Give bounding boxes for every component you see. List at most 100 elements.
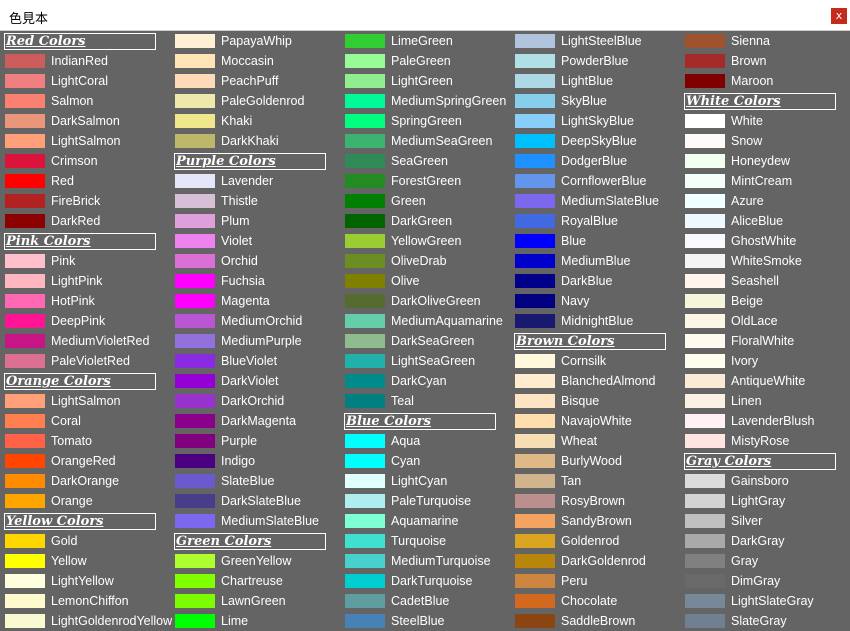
color-column-3: LimeGreen PaleGreen LightGreen MediumSpring… [340,31,510,631]
category-header: Pink Colors [4,233,156,250]
color-name: DarkMagenta [221,414,297,428]
color-entry: LightPink [0,271,170,291]
color-entry: Thistle [170,191,340,211]
color-swatch [515,394,555,408]
color-name: SaddleBrown [561,614,636,628]
category-header: Brown Colors [514,333,666,350]
color-name: Blue [561,234,587,248]
color-name: Linen [731,394,762,408]
color-name: Plum [221,214,250,228]
color-swatch [515,374,555,388]
color-entry: Bisque [510,391,680,411]
color-swatch [515,34,555,48]
color-entry: Cyan [340,451,510,471]
color-swatch [175,54,215,68]
color-entry: DarkOrange [0,471,170,491]
color-entry: LemonChiffon [0,591,170,611]
color-name: DarkRed [51,214,101,228]
color-swatch [5,74,45,88]
color-name: LightCoral [51,74,108,88]
color-swatch [685,294,725,308]
color-entry: Gold [0,531,170,551]
color-entry: DarkOrchid [170,391,340,411]
color-name: Chocolate [561,594,618,608]
color-name: SpringGreen [391,114,462,128]
color-swatch [5,174,45,188]
color-swatch [345,394,385,408]
color-entry: PaleVioletRed [0,351,170,371]
color-swatch [175,294,215,308]
color-swatch [175,434,215,448]
color-entry: Lime [170,611,340,631]
color-swatch [515,514,555,528]
close-button[interactable]: x [831,8,847,24]
color-swatch [175,254,215,268]
color-swatch [175,474,215,488]
color-entry: LightGray [680,491,850,511]
color-name: Teal [391,394,414,408]
color-swatch [345,294,385,308]
color-swatch [685,154,725,168]
color-name: PeachPuff [221,74,279,88]
color-entry: MidnightBlue [510,311,680,331]
color-swatch [685,134,725,148]
color-entry: LightGoldenrodYellow [0,611,172,631]
color-name: Gold [51,534,78,548]
color-swatch [685,174,725,188]
color-swatch [5,114,45,128]
color-swatch [175,454,215,468]
color-name: MidnightBlue [561,314,634,328]
color-entry: MediumTurquoise [340,551,510,571]
color-name: LightPink [51,274,103,288]
color-name: LightBlue [561,74,614,88]
category-header-row: Purple Colors [170,151,340,171]
color-entry: LightYellow [0,571,170,591]
color-name: Violet [221,234,253,248]
color-entry: OrangeRed [0,451,170,471]
color-entry: Yellow [0,551,170,571]
color-entry: PaleGoldenrod [170,91,340,111]
color-entry: DodgerBlue [510,151,680,171]
color-swatch [515,134,555,148]
color-swatch [345,494,385,508]
color-swatch [175,514,215,528]
color-name: Snow [731,134,763,148]
color-entry: Indigo [170,451,340,471]
color-name: ForestGreen [391,174,462,188]
color-entry: PowderBlue [510,51,680,71]
color-entry: LightSlateGray [680,591,850,611]
color-name: Ivory [731,354,759,368]
color-entry: Chocolate [510,591,680,611]
color-name: Thistle [221,194,258,208]
color-entry: Aqua [340,431,510,451]
color-name: SlateGray [731,614,787,628]
color-name: YellowGreen [391,234,462,248]
color-entry: Olive [340,271,510,291]
color-entry: OldLace [680,311,850,331]
category-header: Green Colors [174,533,326,550]
color-name: Beige [731,294,763,308]
color-swatch [685,514,725,528]
color-swatch [685,34,725,48]
color-entry: ForestGreen [340,171,510,191]
color-column-4: LightSteelBlue PowderBlue LightBlue SkyBlue… [510,31,680,631]
color-swatch [515,414,555,428]
color-entry: MediumSeaGreen [340,131,510,151]
color-entry: LightSteelBlue [510,31,680,51]
color-entry: Chartreuse [170,571,340,591]
category-header: Blue Colors [344,413,496,430]
color-name: BurlyWood [561,454,622,468]
color-swatch [685,334,725,348]
color-swatch [5,474,45,488]
color-name: DarkTurquoise [391,574,473,588]
color-name: SkyBlue [561,94,607,108]
color-swatch [515,434,555,448]
color-entry: DimGray [680,571,850,591]
color-swatch [685,594,725,608]
color-entry: DarkBlue [510,271,680,291]
color-swatch [175,114,215,128]
color-column-1: Red Colors IndianRed LightCoral Salmon DarkS… [0,31,172,631]
color-name: OldLace [731,314,778,328]
color-entry: Linen [680,391,850,411]
color-swatch [345,274,385,288]
